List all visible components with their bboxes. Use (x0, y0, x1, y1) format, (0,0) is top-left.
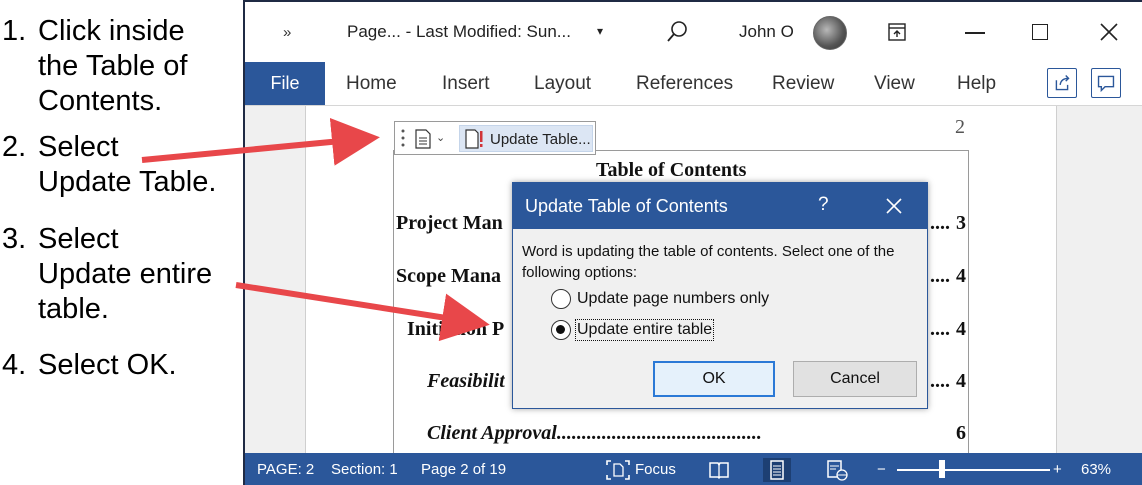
radio-button[interactable] (551, 289, 571, 309)
toc-page-number: 6 (956, 422, 966, 444)
ok-button[interactable]: OK (653, 361, 775, 397)
document-title[interactable]: Page... - Last Modified: Sun... (347, 22, 571, 42)
zoom-slider-thumb[interactable] (939, 460, 945, 478)
toc-page-number: 4 (956, 318, 966, 340)
toc-content-control-toolbar: ⌄ Update Table... (394, 121, 596, 155)
toc-leader: .... (930, 370, 950, 392)
toc-leader: .... (930, 265, 950, 287)
zoom-in-button[interactable]: + (1053, 461, 1062, 478)
search-icon[interactable] (665, 19, 691, 45)
quick-access-overflow-button[interactable]: » (283, 24, 291, 41)
status-page[interactable]: PAGE: 2 (257, 461, 314, 478)
toc-document-icon[interactable] (414, 129, 432, 149)
ribbon-tabs: File Home Insert Layout References Revie… (245, 62, 1142, 106)
toc-page-number: 4 (956, 370, 966, 392)
print-layout-icon[interactable] (763, 458, 791, 482)
tab-review[interactable]: Review (772, 73, 834, 95)
radio-button-selected[interactable] (551, 320, 571, 340)
step-text: Update entire (38, 258, 213, 290)
maximize-button[interactable] (1032, 24, 1048, 40)
tab-help[interactable]: Help (957, 73, 996, 95)
dialog-message: Word is updating the table of contents. … (522, 243, 895, 281)
drag-handle-icon[interactable] (401, 128, 405, 148)
update-toc-dialog: Update Table of Contents ? Word is updat… (512, 182, 928, 409)
word-window: » Page... - Last Modified: Sun... ▾ John… (243, 0, 1142, 485)
zoom-out-button[interactable]: − (877, 461, 886, 478)
step-text: the Table of (38, 50, 188, 82)
help-button[interactable]: ? (818, 194, 829, 216)
focus-icon[interactable] (605, 458, 631, 482)
dialog-title: Update Table of Contents (525, 196, 728, 216)
cancel-button[interactable]: Cancel (793, 361, 917, 397)
user-name[interactable]: John O (739, 22, 794, 42)
close-icon[interactable] (883, 195, 905, 217)
read-mode-icon[interactable] (707, 458, 731, 482)
share-icon[interactable] (1047, 68, 1077, 98)
option-label[interactable]: Update page numbers only (577, 290, 769, 308)
step-text: table. (38, 293, 109, 325)
title-bar: » Page... - Last Modified: Sun... ▾ John… (245, 2, 1142, 62)
option-label[interactable]: Update entire table (574, 319, 715, 341)
step-number: 1. (2, 15, 27, 47)
tab-layout[interactable]: Layout (534, 73, 591, 95)
toc-leader: .... (930, 212, 950, 234)
instruction-step-4: 4. Select OK. (2, 348, 177, 383)
instruction-step-1: 1. Click inside the Table of Contents. (2, 14, 187, 119)
avatar[interactable] (813, 16, 847, 50)
comments-icon[interactable] (1091, 68, 1121, 98)
tab-home[interactable]: Home (346, 73, 397, 95)
status-bar: PAGE: 2 Section: 1 Page 2 of 19 Focus − … (245, 453, 1142, 485)
step-number: 4. (2, 349, 27, 381)
dialog-title-bar[interactable]: Update Table of Contents ? (513, 183, 927, 229)
title-dropdown-icon[interactable]: ▾ (597, 24, 603, 38)
zoom-level[interactable]: 63% (1081, 461, 1111, 478)
step-text: Select (38, 223, 119, 255)
status-page-count[interactable]: Page 2 of 19 (421, 461, 506, 478)
chevron-down-icon[interactable]: ⌄ (436, 131, 445, 144)
instruction-step-3: 3. Select Update entire table. (2, 222, 212, 327)
radio-dot (556, 325, 565, 334)
toc-entry[interactable]: Scope Mana (396, 265, 501, 288)
instruction-step-2: 2. Select Update Table. (2, 130, 216, 200)
status-section[interactable]: Section: 1 (331, 461, 398, 478)
step-text: Select (38, 131, 119, 163)
step-text: Contents. (38, 85, 163, 117)
toc-title: Table of Contents (596, 159, 747, 181)
step-text: Select OK. (38, 349, 177, 381)
tab-references[interactable]: References (636, 73, 733, 95)
step-number: 3. (2, 223, 27, 255)
toc-entry[interactable]: Project Man (396, 212, 503, 235)
web-layout-icon[interactable] (825, 458, 849, 482)
tab-view[interactable]: View (874, 73, 915, 95)
toc-entry[interactable]: Client Approval.........................… (427, 422, 947, 445)
tab-file[interactable]: File (245, 62, 325, 105)
step-text: Click inside (38, 15, 185, 47)
update-table-icon (465, 129, 483, 149)
toc-entry[interactable]: Feasibilit (427, 370, 505, 393)
toc-entry[interactable]: Initiation P (407, 318, 504, 341)
step-text: Update Table. (38, 166, 217, 198)
focus-button-label[interactable]: Focus (635, 461, 676, 478)
update-table-button[interactable]: Update Table... (459, 125, 593, 152)
update-table-label: Update Table... (490, 131, 591, 148)
toc-leader: .... (930, 318, 950, 340)
minimize-button[interactable] (965, 32, 985, 34)
step-number: 2. (2, 131, 27, 163)
ribbon-display-options-icon[interactable] (888, 23, 906, 41)
close-icon[interactable] (1097, 20, 1121, 44)
toc-page-number: 3 (956, 212, 966, 234)
toc-page-number: 4 (956, 265, 966, 287)
tab-insert[interactable]: Insert (442, 73, 490, 95)
page-number: 2 (955, 116, 965, 138)
zoom-slider[interactable] (897, 469, 1050, 471)
